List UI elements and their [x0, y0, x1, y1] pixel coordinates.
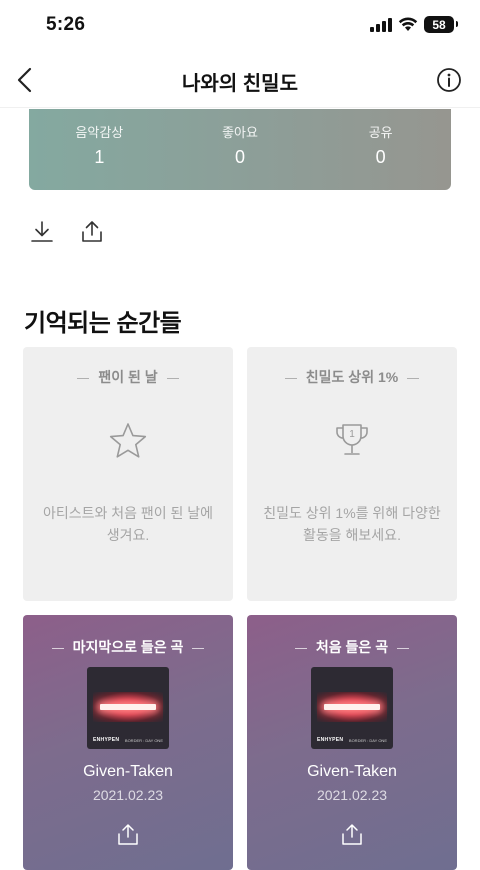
- album-brand: ENHYPEN: [93, 737, 120, 743]
- dash-decoration: [166, 377, 179, 379]
- album-cover[interactable]: ENHYPEN BORDER : DAY ONE: [311, 667, 393, 749]
- stat-value: 0: [375, 147, 386, 167]
- card-description: 친밀도 상위 1%를 위해 다양한 활동을 해보세요.: [263, 505, 441, 543]
- card-header: 팬이 된 날: [23, 367, 233, 387]
- wifi-icon: [398, 17, 418, 31]
- stat-listen: 음악감상 1: [29, 109, 170, 190]
- stat-label: 공유: [368, 125, 393, 140]
- battery-level: 58: [432, 17, 446, 32]
- stat-value: 1: [94, 147, 105, 167]
- dash-decoration: [77, 377, 90, 379]
- trophy-icon: 1: [336, 424, 368, 455]
- status-icons: 58: [370, 16, 458, 33]
- card-title: 처음 들은 곡: [315, 639, 389, 655]
- status-bar: 5:26 58: [0, 0, 480, 50]
- share-icon[interactable]: [117, 823, 139, 847]
- dash-decoration: [284, 377, 297, 379]
- card-title: 팬이 된 날: [98, 369, 158, 385]
- song-date: 2021.02.23: [92, 787, 164, 803]
- share-icon[interactable]: [341, 823, 363, 847]
- card-description: 아티스트와 처음 팬이 된 날에 생겨요.: [42, 505, 214, 543]
- star-icon: [109, 423, 147, 458]
- card-header: 마지막으로 들은 곡: [23, 637, 233, 657]
- dash-decoration: [407, 377, 420, 379]
- card-header: 친밀도 상위 1%: [247, 367, 457, 387]
- album-light-bar: [100, 704, 156, 710]
- dash-decoration: [397, 647, 410, 649]
- album-light-bar: [324, 704, 380, 710]
- share-icon[interactable]: [80, 219, 104, 245]
- album-brand: ENHYPEN: [317, 737, 344, 743]
- song-title: Given-Taken: [307, 763, 397, 780]
- card-title: 친밀도 상위 1%: [305, 369, 399, 385]
- first-listened-card[interactable]: 처음 들은 곡 ENHYPEN BORDER : DAY ONE Given-T…: [247, 615, 457, 870]
- download-icon[interactable]: [30, 219, 54, 245]
- action-row: [30, 219, 104, 245]
- battery-icon: 58: [424, 16, 458, 33]
- dash-decoration: [294, 647, 307, 649]
- nav-header: 나와의 친밀도: [0, 52, 480, 108]
- last-listened-card[interactable]: 마지막으로 들은 곡 ENHYPEN BORDER : DAY ONE Give…: [23, 615, 233, 870]
- card-title: 마지막으로 들은 곡: [72, 639, 184, 655]
- stat-share: 공유 0: [310, 109, 451, 190]
- album-cover[interactable]: ENHYPEN BORDER : DAY ONE: [87, 667, 169, 749]
- stat-like: 좋아요 0: [170, 109, 311, 190]
- song-title: Given-Taken: [83, 763, 173, 780]
- svg-text:1: 1: [349, 429, 355, 440]
- album-subtitle: BORDER : DAY ONE: [348, 738, 387, 743]
- stat-value: 0: [235, 147, 246, 167]
- intimacy-stats-card: 음악감상 1 좋아요 0 공유 0: [29, 109, 451, 190]
- page-title: 나와의 친밀도: [182, 73, 298, 95]
- top-fan-card[interactable]: 친밀도 상위 1% 1 친밀도 상위 1%를 위해 다양한 활동을 해보세요.: [247, 347, 457, 601]
- info-icon[interactable]: [436, 67, 462, 93]
- status-time: 5:26: [46, 14, 86, 35]
- dash-decoration: [51, 647, 64, 649]
- section-title: 기억되는 순간들: [24, 310, 182, 337]
- stat-label: 좋아요: [222, 125, 258, 140]
- signal-icon: [370, 17, 392, 32]
- card-header: 처음 들은 곡: [247, 637, 457, 657]
- dash-decoration: [192, 647, 205, 649]
- fan-day-card[interactable]: 팬이 된 날 아티스트와 처음 팬이 된 날에 생겨요.: [23, 347, 233, 601]
- album-subtitle: BORDER : DAY ONE: [124, 738, 163, 743]
- song-date: 2021.02.23: [316, 787, 388, 803]
- stat-label: 음악감상: [75, 125, 124, 140]
